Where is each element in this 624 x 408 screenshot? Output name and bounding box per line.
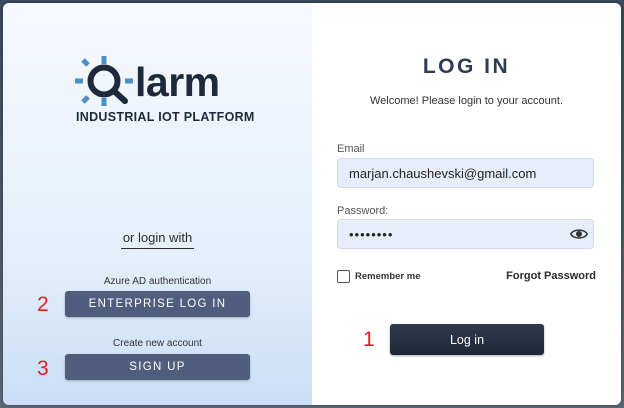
password-label: Password:: [337, 205, 389, 217]
password-field[interactable]: ••••••••: [337, 219, 594, 249]
remember-me[interactable]: Remember me: [337, 270, 420, 283]
logo-tagline: INDUSTRIAL IOT PLATFORM: [76, 110, 255, 124]
branding-panel: larm INDUSTRIAL IOT PLATFORM or login wi…: [3, 3, 312, 405]
annotation-marker-2: 2: [37, 293, 49, 316]
logo: larm INDUSTRIAL IOT PLATFORM: [73, 55, 255, 125]
forgot-password-link[interactable]: Forgot Password: [506, 270, 596, 282]
enterprise-login-button[interactable]: ENTERPRISE LOG IN: [65, 291, 250, 317]
annotation-marker-3: 3: [37, 357, 49, 380]
welcome-text: Welcome! Please login to your account.: [369, 95, 563, 107]
logo-wordmark: larm: [135, 59, 220, 105]
page-title: LOG IN: [422, 55, 511, 78]
email-field[interactable]: marjan.chaushevski@gmail.com: [337, 158, 594, 188]
annotation-marker-1: 1: [363, 328, 375, 351]
eye-icon[interactable]: [570, 226, 588, 242]
login-form-panel: LOG IN Welcome! Please login to your acc…: [312, 3, 621, 405]
signup-caption: Create new account: [113, 338, 202, 349]
or-login-with: or login with: [3, 229, 312, 249]
email-label: Email: [337, 143, 365, 155]
email-value: marjan.chaushevski@gmail.com: [349, 165, 537, 181]
remember-me-label: Remember me: [355, 271, 421, 282]
or-login-with-label: or login with: [120, 230, 195, 249]
logo-sun-icon: [75, 56, 133, 106]
checkbox-icon[interactable]: [337, 270, 350, 283]
password-value: ••••••••: [349, 226, 394, 242]
azure-caption: Azure AD authentication: [103, 276, 212, 287]
login-card: larm INDUSTRIAL IOT PLATFORM or login wi…: [3, 3, 621, 405]
login-button[interactable]: Log in: [390, 324, 544, 355]
sign-up-button[interactable]: SIGN UP: [65, 354, 250, 380]
